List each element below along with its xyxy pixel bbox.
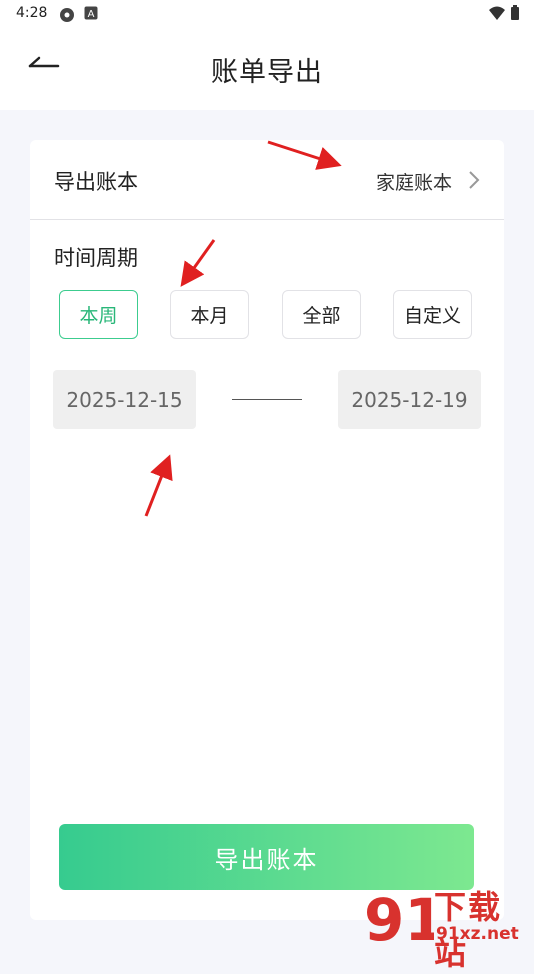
ledger-value[interactable]: 家庭账本 — [376, 168, 452, 195]
status-right — [488, 5, 520, 25]
period-label: 时间周期 — [54, 246, 138, 270]
a-letter-icon: A — [84, 6, 98, 20]
ledger-selector-row[interactable]: 导出账本 家庭账本 — [30, 140, 504, 220]
status-time: 4:28 — [16, 5, 48, 21]
wifi-icon — [488, 6, 505, 20]
status-bar: 4:28 A — [0, 0, 534, 28]
svg-text:A: A — [88, 9, 95, 20]
ledger-label: 导出账本 — [54, 170, 138, 194]
export-card: 导出账本 家庭账本 时间周期 本周 本月 全部 自定义 2025-12-15 2… — [30, 140, 504, 920]
battery-icon — [511, 5, 519, 20]
svg-text:91: 91 — [364, 886, 434, 950]
watermark-logo: 91 — [364, 886, 434, 950]
period-option-this-month[interactable]: 本月 — [170, 290, 249, 339]
watermark: 91 下载站 91xz.net — [362, 880, 534, 972]
end-date-field[interactable]: 2025-12-19 — [338, 370, 481, 429]
app-header: 账单导出 — [0, 28, 534, 110]
watermark-site: 91xz.net — [436, 924, 519, 944]
settings-gear-icon — [60, 8, 74, 22]
chevron-right-icon — [469, 171, 480, 189]
period-option-this-week[interactable]: 本周 — [59, 290, 138, 339]
page-title: 账单导出 — [211, 57, 323, 88]
period-option-custom[interactable]: 自定义 — [393, 290, 472, 339]
start-date-field[interactable]: 2025-12-15 — [53, 370, 196, 429]
period-option-all[interactable]: 全部 — [282, 290, 361, 339]
date-range-separator — [232, 399, 302, 400]
